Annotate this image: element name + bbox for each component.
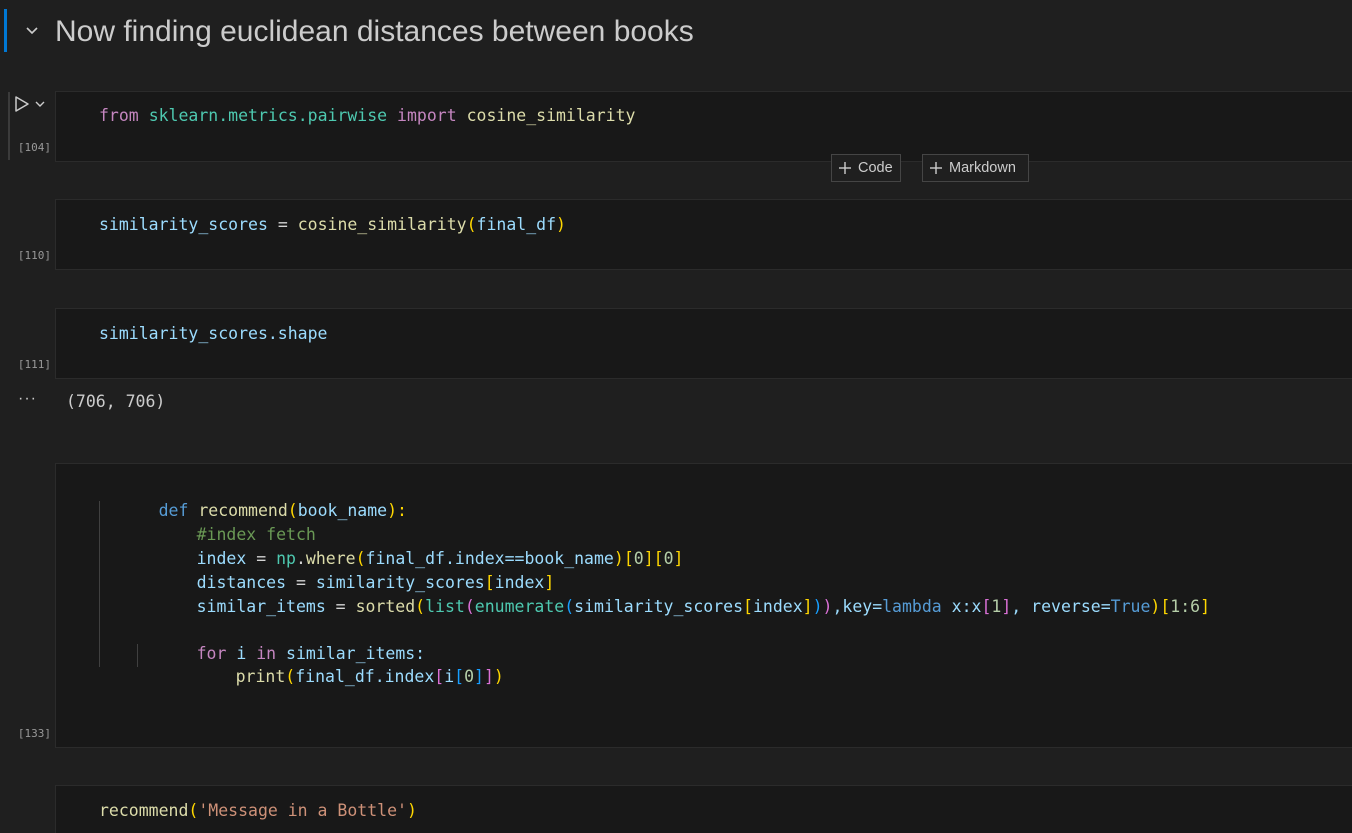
add-markdown-cell-button[interactable]: Markdown [922,154,1029,182]
code-editor[interactable]: similarity_scores = cosine_similarity(fi… [99,214,566,271]
code-token: recommend [99,801,189,820]
code-token: ) [822,597,833,616]
cell-output: (706, 706) [66,392,166,411]
code-token: ] [673,549,684,568]
output-actions-ellipsis[interactable]: ··· [18,390,37,408]
code-token: = [325,597,356,616]
chevron-down-icon[interactable] [34,98,46,110]
code-token: ) [406,801,417,820]
code-token: cosine_similarity [297,215,467,234]
code-token: final_df.index [295,667,435,686]
code-token: ] [802,597,813,616]
code-token: 'Message in a Bottle' [198,801,407,820]
code-token: ,key= [832,597,883,616]
execution-count: [133] [17,727,51,740]
chevron-down-icon[interactable] [21,20,43,42]
execution-count: [104] [17,141,51,154]
code-token: import [397,106,457,125]
code-token: ] [474,667,484,686]
code-token: [ [454,667,465,686]
cell-focus-indicator [4,9,7,52]
code-token: ( [285,667,296,686]
code-token: i [444,667,455,686]
code-token: ) [493,667,504,686]
code-token: [ [434,667,445,686]
code-token: , reverse= [1011,597,1111,616]
code-token: ] [643,549,654,568]
execution-count: [111] [17,358,51,371]
code-editor[interactable]: from sklearn.metrics.pairwise import cos… [99,105,635,162]
plus-icon [930,162,942,174]
code-token: ) [556,215,566,234]
code-token: final_df [476,215,557,234]
code-token: ( [464,597,475,616]
code-token: 0 [464,667,475,686]
code-token: ) [812,597,823,616]
code-token: ) [1150,597,1161,616]
code-token: print [235,667,286,686]
code-token: True [1110,597,1151,616]
add-code-cell-button[interactable]: Code [831,154,901,182]
code-token: similar_items [196,597,326,616]
markdown-heading: Now finding euclidean distances between … [55,15,694,48]
code-token: [ [653,549,664,568]
code-token: ( [188,801,199,820]
code-editor[interactable]: def recommend(book_name): #index fetch i… [99,478,1210,686]
notebook-editor: Now finding euclidean distances between … [0,0,1352,833]
code-token: lambda [882,597,942,616]
code-token: ] [1200,597,1211,616]
code-token: x:x [941,597,982,616]
code-token: index [752,597,803,616]
code-token: list [425,597,465,616]
code-token: sorted [355,597,416,616]
code-token: ] [483,667,494,686]
code-token: ] [1001,597,1012,616]
code-token: ( [415,597,426,616]
run-cell-button[interactable] [14,94,54,114]
code-token: similarity_scores [99,215,268,234]
code-token: 0 [633,549,644,568]
code-token: from [99,106,139,125]
code-editor[interactable]: recommend('Message in a Bottle') [99,800,417,833]
code-token: sklearn.metrics.pairwise [148,106,388,125]
code-token: [ [981,597,992,616]
code-token: similarity_scores.shape [99,324,328,343]
code-token: ): [387,501,407,520]
code-token: [ [743,597,753,616]
code-token: [ [623,549,634,568]
code-token: cosine_similarity [466,106,636,125]
code-token: enumerate [474,597,565,616]
code-token: ) [613,549,624,568]
execution-count: [110] [17,249,51,262]
play-icon[interactable] [14,95,30,113]
code-token: 1 [991,597,1002,616]
plus-icon [839,162,851,174]
code-token: [ [1160,597,1171,616]
code-token: ( [564,597,575,616]
code-token: similarity_scores [574,597,744,616]
add-markdown-label: Markdown [949,160,1016,176]
add-code-label: Code [858,160,893,176]
code-token: = [277,215,288,234]
code-editor[interactable]: similarity_scores.shape [99,323,327,380]
code-token: 0 [663,549,674,568]
code-token: 1:6 [1170,597,1201,616]
code-token: ( [466,215,477,234]
